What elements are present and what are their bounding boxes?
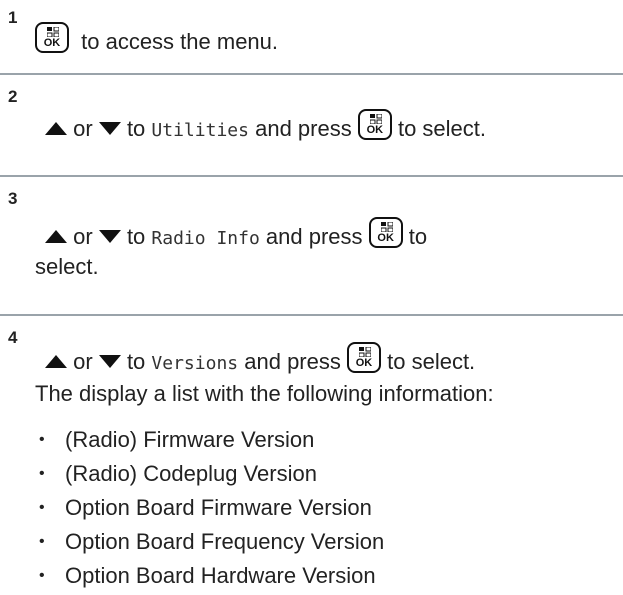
step-number: 1 bbox=[8, 8, 18, 27]
info-list: • (Radio) Firmware Version • (Radio) Codep… bbox=[35, 425, 384, 595]
menu-item-utilities: Utilities bbox=[151, 120, 249, 141]
menu-ok-key-icon: OK bbox=[347, 342, 381, 373]
up-arrow-icon bbox=[45, 230, 67, 243]
list-item: • Option Board Hardware Version bbox=[39, 563, 376, 588]
list-item: • Option Board Firmware Version bbox=[39, 495, 372, 520]
step-4: 4 or to Versions and press OK to select.… bbox=[0, 316, 623, 591]
menu-ok-key-icon: OK bbox=[357, 109, 392, 140]
up-arrow-icon bbox=[45, 122, 67, 135]
step-description: The display a list with the following in… bbox=[35, 381, 494, 406]
list-item: • Option Board Frequency Version bbox=[39, 529, 385, 554]
step-number: 4 bbox=[8, 328, 18, 347]
step-number: 3 bbox=[8, 189, 18, 208]
up-arrow-icon bbox=[45, 355, 67, 368]
step-text: to access the menu. bbox=[81, 29, 279, 54]
list-item: • (Radio) Codeplug Version bbox=[39, 461, 317, 486]
down-arrow-icon bbox=[98, 230, 121, 243]
step-3: 3 or to Radio Info and press OK to selec… bbox=[8, 189, 428, 279]
menu-item-radio-info: Radio Info bbox=[151, 228, 260, 249]
menu-ok-key-icon: OK bbox=[368, 217, 403, 248]
down-arrow-icon bbox=[98, 122, 121, 135]
step-1: 1 OK to access the menu. bbox=[0, 0, 623, 70]
menu-ok-key-icon: OK bbox=[35, 22, 69, 53]
step-number: 2 bbox=[8, 87, 18, 106]
step-text: select. bbox=[35, 254, 99, 279]
menu-item-versions: Versions bbox=[151, 353, 239, 374]
list-item: • (Radio) Firmware Version bbox=[39, 427, 315, 452]
down-arrow-icon bbox=[98, 355, 121, 368]
step-2: 2 or to Utilities and press OK to select… bbox=[8, 87, 487, 141]
